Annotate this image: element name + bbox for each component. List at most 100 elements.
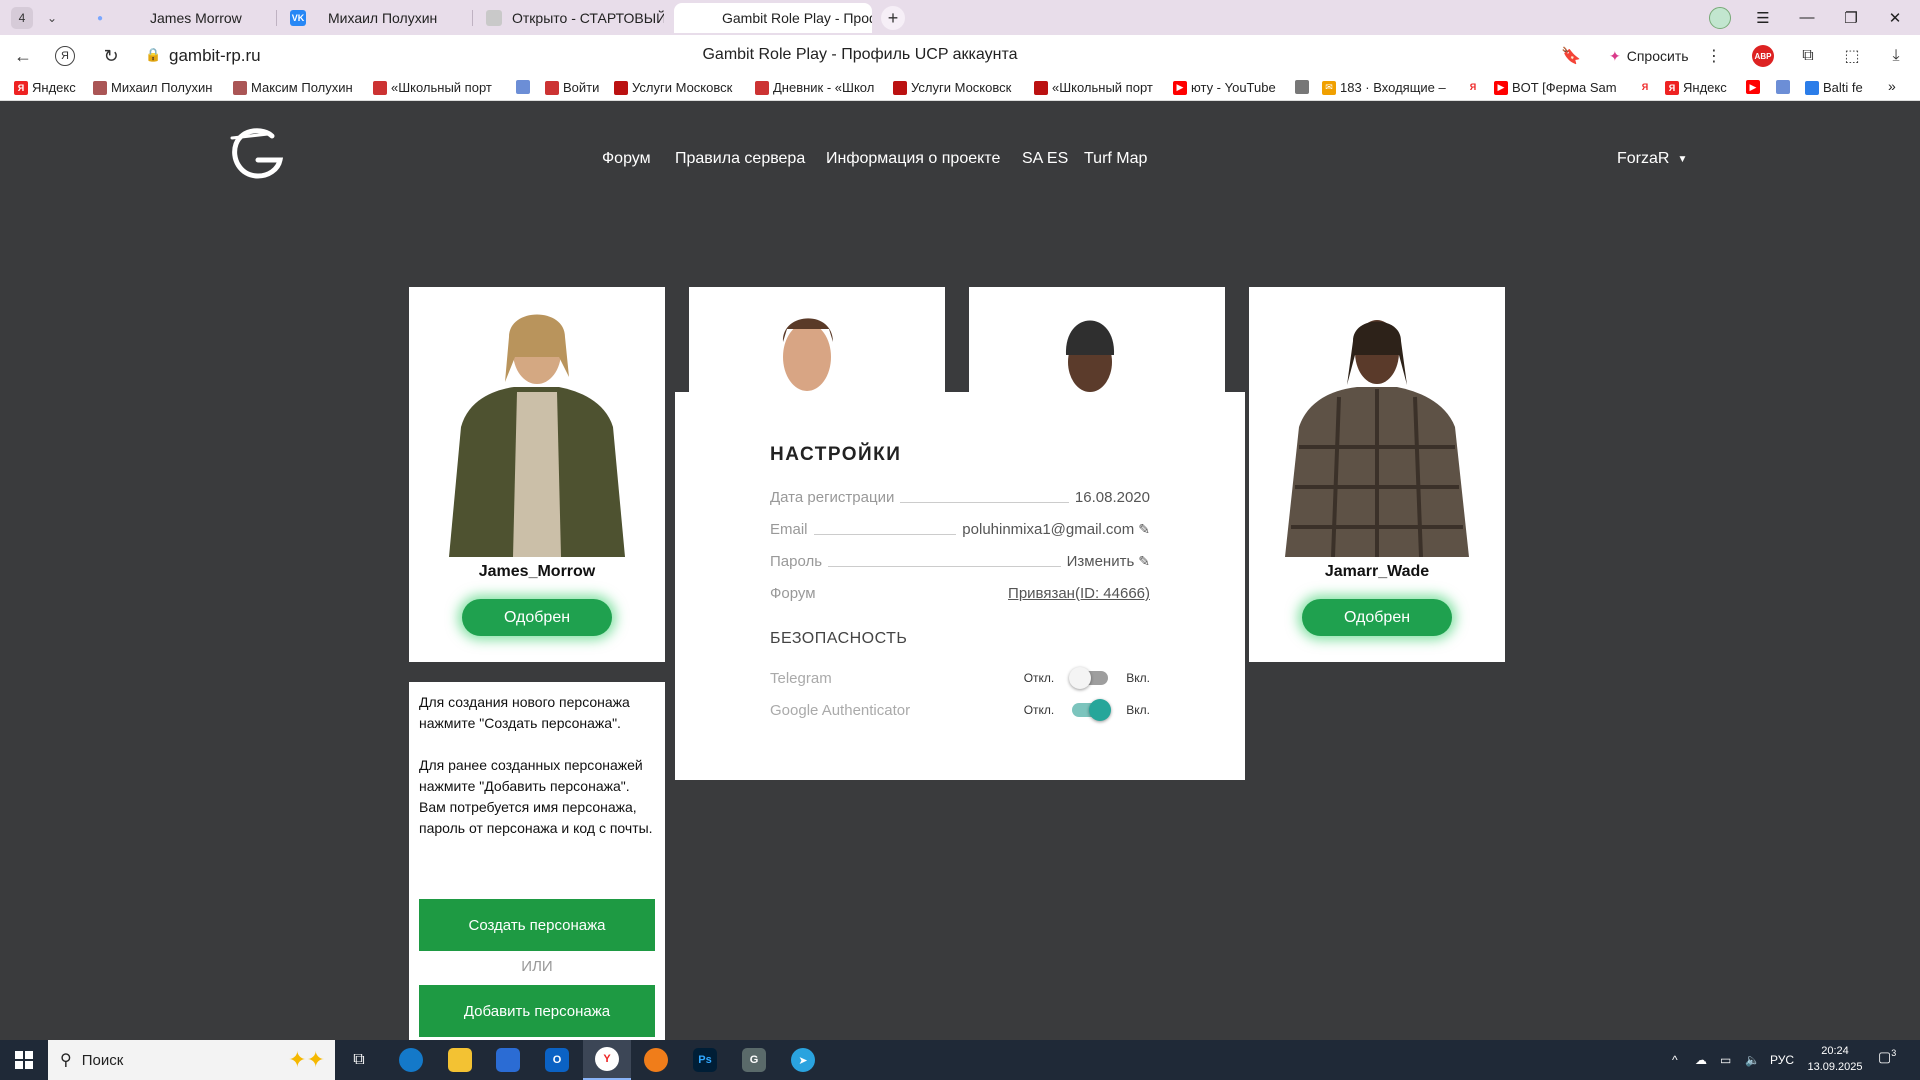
google-auth-toggle[interactable] <box>1072 699 1112 721</box>
vk-icon: VK <box>290 10 306 26</box>
bookmark-page-3[interactable] <box>1776 80 1794 94</box>
tab-vk[interactable]: VK Михаил Полухин <box>278 3 468 33</box>
settings-panel: НАСТРОЙКИ Дата регистрации 16.08.2020 Em… <box>675 392 1245 780</box>
nav-project-info[interactable]: Информация о проекте <box>826 150 1000 168</box>
download-icon[interactable]: ⤓ <box>1885 45 1907 67</box>
yandex-icon: Я <box>14 80 28 95</box>
avatar-icon <box>233 80 247 95</box>
bookmark-balti[interactable]: Balti fe <box>1805 80 1877 95</box>
create-character-button[interactable]: Создать персонажа <box>419 899 655 951</box>
change-password-link[interactable]: Изменить ✎ <box>1067 553 1150 570</box>
tab-otkryto[interactable]: Открыто - СТАРТОВЫЙ С <box>474 3 664 33</box>
bookmark-diary[interactable]: Дневник - «Школ <box>755 80 883 95</box>
tab-counter[interactable]: 4 <box>11 6 33 29</box>
edge-icon[interactable] <box>387 1040 435 1080</box>
user-menu[interactable]: ForzaR ▼ <box>1617 150 1687 168</box>
gambit-launcher-icon[interactable]: G <box>730 1040 778 1080</box>
telegram-icon[interactable]: ➤ <box>779 1040 827 1080</box>
telegram-toggle[interactable] <box>1069 667 1109 689</box>
bookmark-school-portal-2[interactable]: «Школьный порт <box>1034 80 1162 95</box>
registration-date-row: Дата регистрации 16.08.2020 <box>770 489 1150 506</box>
store-icon[interactable] <box>484 1040 532 1080</box>
forum-row: Форум Привязан(ID: 44666) <box>770 585 1150 602</box>
clock[interactable]: 20:24 13.09.2025 <box>1800 1043 1870 1075</box>
bookmark-icon[interactable]: 🔖 <box>1560 45 1582 67</box>
nav-sa-es[interactable]: SA ES <box>1022 150 1068 168</box>
bookmark-school-portal[interactable]: «Школьный порт <box>373 80 503 95</box>
bookmark-yandex[interactable]: Я Яндекс <box>14 80 76 95</box>
status-approved-button[interactable]: Одобрен <box>1302 599 1452 636</box>
app-ring-icon[interactable] <box>632 1040 680 1080</box>
bookmark-yandex-2[interactable]: Я <box>1466 80 1482 94</box>
character-card-hidden-2[interactable] <box>969 287 1225 392</box>
task-view-icon[interactable]: ⧉ <box>335 1040 383 1080</box>
nav-turf-map[interactable]: Turf Map <box>1084 150 1147 168</box>
notifications-icon[interactable]: ▢3 <box>1878 1048 1896 1066</box>
pencil-icon[interactable]: ✎ <box>1138 521 1150 538</box>
nav-server-rules[interactable]: Правила сервера <box>675 150 805 168</box>
gambit-logo-icon[interactable] <box>228 126 288 182</box>
email-value[interactable]: poluhinmixa1@gmail.com ✎ <box>962 521 1150 538</box>
telegram-row: Telegram Откл. Вкл. <box>770 667 1150 689</box>
pencil-icon[interactable]: ✎ <box>1138 553 1150 570</box>
new-tab-button[interactable]: + <box>881 6 905 30</box>
bookmark-youtube[interactable]: ▶ юту - YouTube <box>1173 80 1303 95</box>
status-approved-button[interactable]: Одобрен <box>462 599 612 636</box>
school-icon <box>545 80 559 95</box>
volume-icon[interactable]: 🔈 <box>1745 1040 1760 1080</box>
close-window-icon[interactable]: ✕ <box>1873 0 1917 35</box>
more-icon[interactable]: ⋮ <box>1703 45 1725 67</box>
ask-button[interactable]: ✦ Спросить <box>1601 43 1697 69</box>
tab-james-morrow[interactable]: ● James Morrow <box>80 3 270 33</box>
adblock-icon[interactable]: ABP <box>1752 45 1774 67</box>
mail-icon: ✉ <box>1322 80 1336 95</box>
photoshop-icon[interactable]: Ps <box>681 1040 729 1080</box>
network-icon[interactable]: ▭ <box>1720 1040 1731 1080</box>
character-card-james[interactable]: James_Morrow Одобрен <box>409 287 665 662</box>
collections-icon[interactable]: ⧉ <box>1797 45 1819 67</box>
bookmark-mos-services-2[interactable]: Услуги Московск <box>893 80 1021 95</box>
bookmark-yandex-3[interactable]: Я <box>1638 80 1654 94</box>
chevron-down-icon[interactable]: ⌄ <box>41 11 63 25</box>
outlook-icon[interactable]: O <box>533 1040 581 1080</box>
nav-forum[interactable]: Форум <box>602 150 651 168</box>
tab-gambit[interactable]: Gambit Role Play - Проф ✕ <box>674 3 872 33</box>
add-character-button[interactable]: Добавить персонажа <box>419 985 655 1037</box>
school-icon <box>755 80 769 95</box>
bookmark-maksim[interactable]: Максим Полухин <box>233 80 355 95</box>
bookmark-page[interactable] <box>516 80 534 94</box>
onedrive-icon[interactable]: ☁ <box>1695 1040 1707 1080</box>
restore-icon[interactable]: ❐ <box>1829 0 1873 35</box>
extension-icon[interactable]: ⬚ <box>1841 45 1863 67</box>
character-avatar <box>1065 320 1115 392</box>
forum-linked-link[interactable]: Привязан(ID: 44666) <box>1008 585 1150 602</box>
language-indicator[interactable]: РУС <box>1770 1040 1794 1080</box>
bookmark-mikhail[interactable]: Михаил Полухин <box>93 80 215 95</box>
tray-chevron-icon[interactable]: ^ <box>1672 1040 1678 1080</box>
menu-icon[interactable]: ☰ <box>1741 0 1785 35</box>
bookmark-page-2[interactable] <box>1295 80 1313 94</box>
page-icon <box>486 10 502 26</box>
bookmark-mail[interactable]: ✉ 183 · Входящие – <box>1322 80 1452 95</box>
taskbar: ⚲ Поиск ✦✦ ⧉ O Y Ps G ➤ ^ ☁ ▭ 🔈 РУС 20:2… <box>0 1040 1920 1080</box>
profile-icon[interactable] <box>1709 7 1731 29</box>
page-icon <box>516 80 530 94</box>
character-card-hidden-1[interactable] <box>689 287 945 392</box>
or-divider: ИЛИ <box>521 958 553 975</box>
bookmark-mos-services[interactable]: Услуги Московск <box>614 80 742 95</box>
bookmark-login[interactable]: Войти <box>545 80 615 95</box>
page-scrollbar[interactable] <box>1905 101 1920 1040</box>
character-card-jamarr[interactable]: Jamarr_Wade Одобрен <box>1249 287 1505 662</box>
explorer-icon[interactable] <box>436 1040 484 1080</box>
windows-start-icon[interactable] <box>0 1040 48 1080</box>
create-instructions: Для создания нового персонажа нажмите "С… <box>419 694 653 836</box>
bookmark-bot-farm[interactable]: ▶ BOT [Ферма Sam <box>1494 80 1624 95</box>
minimize-icon[interactable]: — <box>1785 0 1829 35</box>
taskbar-search[interactable]: ⚲ Поиск ✦✦ <box>48 1040 335 1080</box>
bookmark-youtube-2[interactable]: ▶ <box>1746 80 1764 94</box>
bookmark-yandex-4[interactable]: Я Яндекс <box>1665 80 1737 95</box>
settings-title: НАСТРОЙКИ <box>770 444 902 465</box>
bookmarks-more-icon[interactable]: » <box>1888 78 1896 94</box>
yandex-browser-icon[interactable]: Y <box>583 1040 631 1080</box>
avatar-icon <box>93 80 107 95</box>
